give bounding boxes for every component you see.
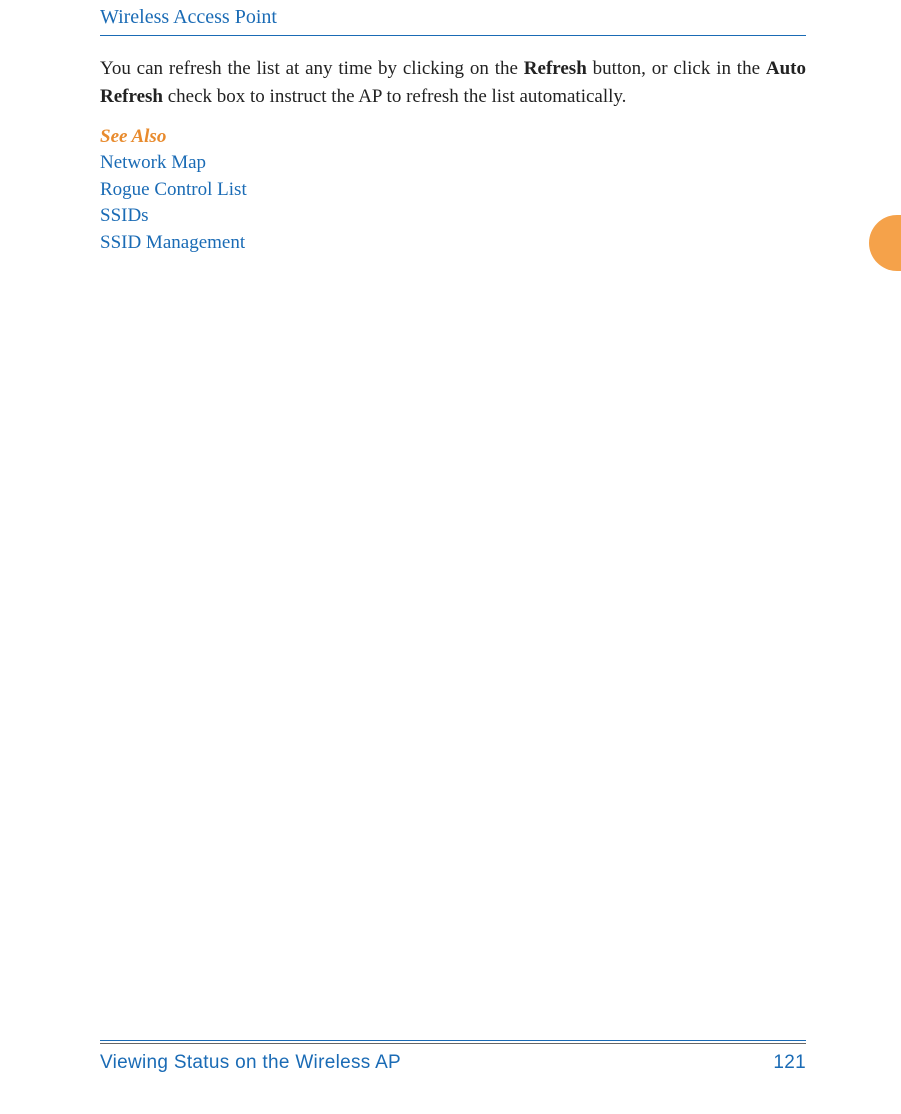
see-also-links: Network Map Rogue Control List SSIDs SSI…	[100, 150, 806, 256]
link-network-map[interactable]: Network Map	[100, 150, 806, 177]
header-rule	[100, 35, 806, 36]
footer-section: Viewing Status on the Wireless AP	[100, 1052, 401, 1074]
link-rogue-control-list[interactable]: Rogue Control List	[100, 177, 806, 204]
refresh-bold: Refresh	[524, 58, 587, 79]
link-ssids[interactable]: SSIDs	[100, 203, 806, 230]
side-tab	[869, 215, 901, 271]
footer-rule-bottom	[100, 1043, 806, 1044]
link-ssid-management[interactable]: SSID Management	[100, 230, 806, 257]
body-text-part-2: button, or click in the	[587, 58, 766, 79]
footer: Viewing Status on the Wireless AP 121	[100, 1040, 806, 1074]
body-text-part-3: check box to instruct the AP to refresh …	[163, 86, 626, 107]
header-title: Wireless Access Point	[100, 0, 806, 35]
footer-page-number: 121	[773, 1052, 806, 1074]
footer-rule-top	[100, 1040, 806, 1041]
body-paragraph: You can refresh the list at any time by …	[100, 55, 806, 110]
see-also-heading: See Also	[100, 126, 806, 148]
body-text-part-1: You can refresh the list at any time by …	[100, 58, 524, 79]
